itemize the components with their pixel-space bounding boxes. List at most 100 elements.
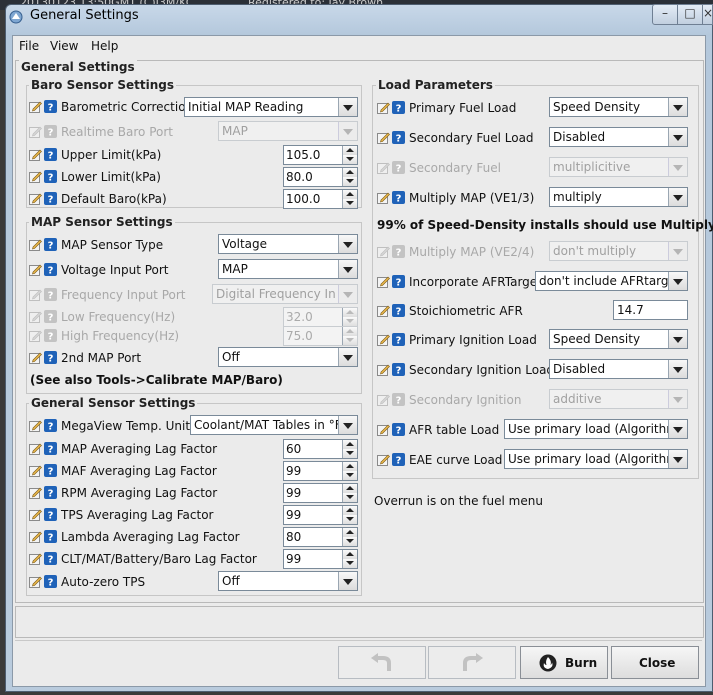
edit-pen-icon[interactable] bbox=[377, 191, 390, 204]
edit-pen-icon[interactable] bbox=[29, 148, 42, 161]
edit-pen-icon[interactable] bbox=[29, 170, 42, 183]
primary-fuel-load-value: Speed Density bbox=[553, 100, 641, 114]
edit-pen-icon[interactable] bbox=[377, 275, 390, 288]
upper-limit-spinner[interactable]: 105.0 bbox=[283, 145, 358, 165]
help-icon[interactable]: ? bbox=[392, 363, 405, 376]
chevron-down-icon bbox=[668, 242, 687, 260]
edit-pen-icon[interactable] bbox=[29, 530, 42, 543]
help-icon[interactable]: ? bbox=[392, 101, 405, 114]
eae-curve-load-select[interactable]: Use primary load (Algorithm) bbox=[504, 449, 688, 469]
spin-down-icon[interactable] bbox=[342, 515, 357, 524]
stoich-afr-input[interactable]: 14.7 bbox=[613, 300, 688, 320]
spin-down-icon[interactable] bbox=[342, 177, 357, 186]
spin-down-icon[interactable] bbox=[342, 199, 357, 208]
burn-button[interactable]: Burn bbox=[520, 646, 608, 679]
help-icon[interactable]: ? bbox=[392, 423, 405, 436]
secondary-fuel-load-select[interactable]: Disabled bbox=[549, 127, 688, 147]
map-lag-spinner[interactable]: 60 bbox=[283, 439, 358, 459]
help-icon[interactable]: ? bbox=[44, 442, 57, 455]
map-sensor-type-value: Voltage bbox=[222, 237, 268, 251]
voltage-input-port-value: MAP bbox=[222, 262, 248, 276]
help-icon[interactable]: ? bbox=[44, 263, 57, 276]
spin-down-icon[interactable] bbox=[342, 449, 357, 458]
close-button[interactable]: Close bbox=[611, 646, 699, 679]
spin-down-icon[interactable] bbox=[342, 471, 357, 480]
help-icon[interactable]: ? bbox=[44, 100, 57, 113]
secondary-fuel-label: Secondary Fuel bbox=[409, 161, 501, 175]
spin-down-icon[interactable] bbox=[342, 493, 357, 502]
temp-units-select[interactable]: Coolant/MAT Tables in °F bbox=[190, 415, 358, 435]
primary-fuel-load-select[interactable]: Speed Density bbox=[549, 97, 688, 117]
menu-help[interactable]: Help bbox=[91, 39, 118, 53]
help-icon[interactable]: ? bbox=[44, 170, 57, 183]
edit-pen-icon[interactable] bbox=[377, 101, 390, 114]
maximize-button[interactable]: □ bbox=[677, 4, 703, 25]
menu-file[interactable]: File bbox=[19, 39, 39, 53]
edit-pen-icon[interactable] bbox=[29, 552, 42, 565]
edit-pen-icon[interactable] bbox=[377, 333, 390, 346]
help-icon[interactable]: ? bbox=[392, 275, 405, 288]
help-icon[interactable]: ? bbox=[44, 419, 57, 432]
redo-button[interactable] bbox=[428, 646, 516, 679]
voltage-input-port-select[interactable]: MAP bbox=[218, 259, 358, 279]
edit-pen-icon[interactable] bbox=[29, 351, 42, 364]
help-icon[interactable]: ? bbox=[392, 304, 405, 317]
maf-lag-spinner[interactable]: 99 bbox=[283, 461, 358, 481]
help-icon[interactable]: ? bbox=[44, 148, 57, 161]
help-icon[interactable]: ? bbox=[44, 508, 57, 521]
map-sensor-type-select[interactable]: Voltage bbox=[218, 234, 358, 254]
edit-pen-icon[interactable] bbox=[29, 508, 42, 521]
window-close-button[interactable]: × bbox=[702, 4, 713, 25]
edit-pen-icon[interactable] bbox=[377, 453, 390, 466]
edit-pen-icon[interactable] bbox=[377, 131, 390, 144]
minimize-button[interactable]: – bbox=[652, 4, 678, 25]
default-baro-spinner[interactable]: 100.0 bbox=[283, 189, 358, 209]
baro-correction-select[interactable]: Initial MAP Reading bbox=[184, 97, 358, 117]
spin-down-icon[interactable] bbox=[342, 155, 357, 164]
redo-icon bbox=[463, 653, 483, 671]
help-icon[interactable]: ? bbox=[44, 192, 57, 205]
multiply-map-13-select[interactable]: multiply bbox=[549, 187, 688, 207]
edit-pen-icon[interactable] bbox=[29, 419, 42, 432]
edit-pen-icon[interactable] bbox=[29, 238, 42, 251]
tps-lag-spinner[interactable]: 99 bbox=[283, 505, 358, 525]
edit-pen-icon[interactable] bbox=[29, 464, 42, 477]
help-icon[interactable]: ? bbox=[392, 333, 405, 346]
spin-down-icon[interactable] bbox=[342, 537, 357, 546]
help-icon[interactable]: ? bbox=[392, 191, 405, 204]
clt-lag-spinner[interactable]: 99 bbox=[283, 549, 358, 569]
edit-pen-icon[interactable] bbox=[29, 100, 42, 113]
chevron-down-icon bbox=[338, 98, 357, 116]
undo-button[interactable] bbox=[338, 646, 426, 679]
help-icon[interactable]: ? bbox=[44, 530, 57, 543]
help-icon[interactable]: ? bbox=[44, 238, 57, 251]
help-icon[interactable]: ? bbox=[44, 464, 57, 477]
help-icon[interactable]: ? bbox=[392, 453, 405, 466]
edit-pen-icon[interactable] bbox=[377, 304, 390, 317]
edit-pen-icon[interactable] bbox=[377, 423, 390, 436]
chevron-down-icon bbox=[668, 272, 687, 290]
edit-pen-icon[interactable] bbox=[29, 192, 42, 205]
afr-target-select[interactable]: don't include AFRtarget bbox=[535, 271, 688, 291]
autozero-tps-select[interactable]: Off bbox=[218, 571, 358, 591]
edit-pen-icon[interactable] bbox=[29, 486, 42, 499]
edit-pen-icon[interactable] bbox=[29, 575, 42, 588]
second-map-port-select[interactable]: Off bbox=[218, 347, 358, 367]
help-icon[interactable]: ? bbox=[44, 552, 57, 565]
help-icon[interactable]: ? bbox=[44, 351, 57, 364]
help-icon[interactable]: ? bbox=[44, 575, 57, 588]
edit-pen-icon[interactable] bbox=[29, 442, 42, 455]
afr-table-load-select[interactable]: Use primary load (Algorithm) bbox=[504, 419, 688, 439]
rpm-lag-spinner[interactable]: 99 bbox=[283, 483, 358, 503]
lower-limit-spinner[interactable]: 80.0 bbox=[283, 167, 358, 187]
menu-view[interactable]: View bbox=[50, 39, 78, 53]
edit-pen-icon[interactable] bbox=[29, 263, 42, 276]
lambda-lag-spinner[interactable]: 80 bbox=[283, 527, 358, 547]
help-icon[interactable]: ? bbox=[44, 486, 57, 499]
help-icon[interactable]: ? bbox=[392, 131, 405, 144]
spin-down-icon[interactable] bbox=[342, 559, 357, 568]
map-sensor-type-label: MAP Sensor Type bbox=[61, 238, 164, 252]
primary-ignition-load-select[interactable]: Speed Density bbox=[549, 329, 688, 349]
secondary-ignition-load-select[interactable]: Disabled bbox=[549, 359, 688, 379]
edit-pen-icon[interactable] bbox=[377, 363, 390, 376]
